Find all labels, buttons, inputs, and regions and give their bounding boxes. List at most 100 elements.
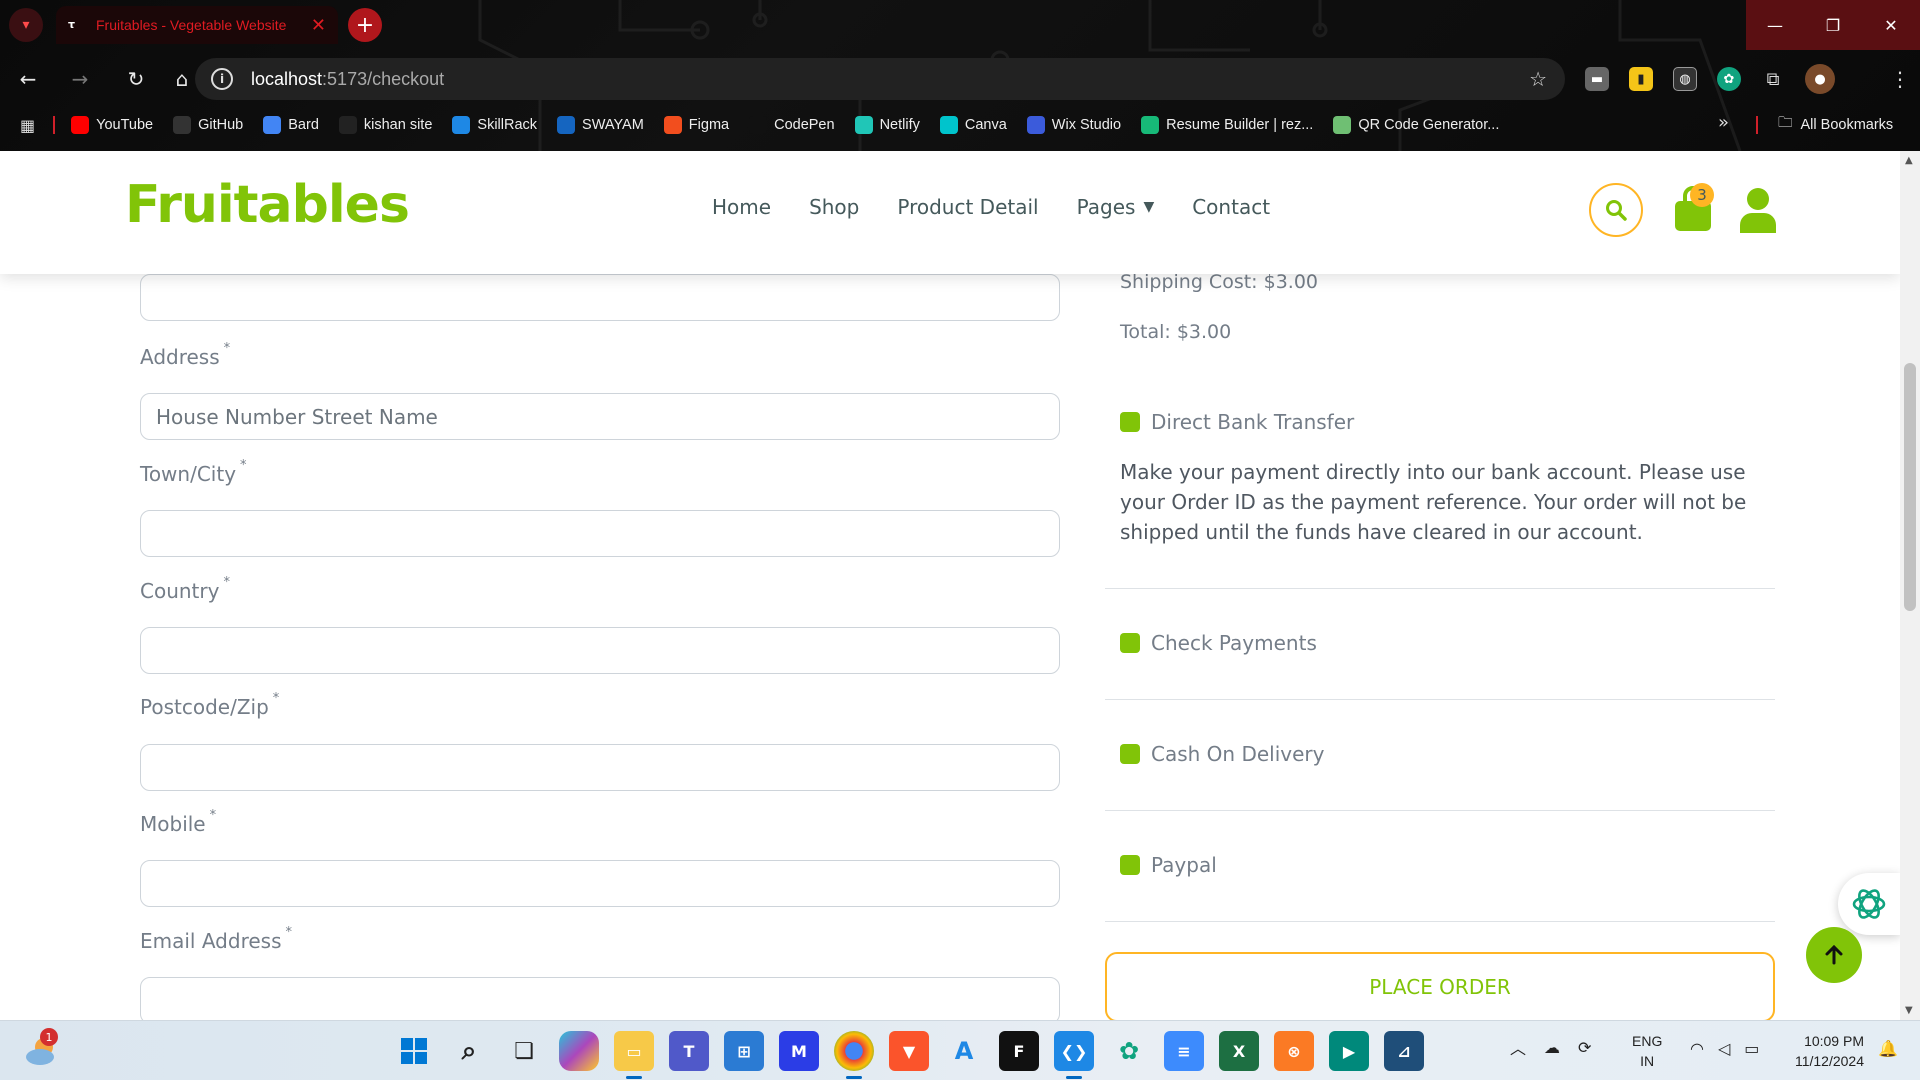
- bookmark-item[interactable]: Wix Studio: [1026, 116, 1121, 134]
- site-logo[interactable]: Fruitables: [125, 175, 410, 235]
- all-bookmarks[interactable]: 🗀 All Bookmarks: [1756, 112, 1893, 137]
- apps-grid-icon[interactable]: ▦: [20, 116, 35, 135]
- town-input[interactable]: [140, 510, 1060, 557]
- bookmark-item[interactable]: SWAYAM: [557, 116, 644, 134]
- excel-icon[interactable]: X: [1219, 1031, 1259, 1071]
- scroll-down-icon[interactable]: ▼: [1905, 1005, 1913, 1016]
- bookmark-item[interactable]: Canva: [939, 116, 1007, 134]
- divider: [1105, 699, 1775, 700]
- bookmark-item[interactable]: kishan site: [338, 116, 432, 134]
- bookmark-item[interactable]: Netlify: [854, 116, 920, 134]
- forward-button[interactable]: →: [60, 59, 100, 99]
- bookmark-item[interactable]: YouTube: [71, 116, 153, 134]
- bookmark-item[interactable]: SkillRack: [452, 116, 537, 134]
- checkbox-icon[interactable]: [1120, 412, 1140, 432]
- payment-check[interactable]: Check Payments: [1120, 631, 1317, 655]
- teams-icon[interactable]: T: [669, 1031, 709, 1071]
- bookmark-item[interactable]: Resume Builder | rez...: [1141, 116, 1313, 134]
- nav-shop[interactable]: Shop: [809, 195, 859, 219]
- extension-mouse-icon[interactable]: ◍: [1673, 67, 1697, 91]
- payment-paypal[interactable]: Paypal: [1120, 853, 1217, 877]
- vs-studio-icon[interactable]: M: [779, 1031, 819, 1071]
- extension-gray-icon[interactable]: ▬: [1585, 67, 1609, 91]
- bookmarks-bar: ▦ YouTube GitHub Bard kishan site SkillRack S…: [0, 112, 1920, 138]
- scroll-thumb[interactable]: [1904, 363, 1916, 611]
- brave-icon[interactable]: ▼: [889, 1031, 929, 1071]
- bookmark-item[interactable]: Figma: [663, 116, 729, 134]
- more-bookmarks-icon[interactable]: »: [1718, 112, 1729, 133]
- clock[interactable]: 10:09 PM 11/12/2024: [1786, 1031, 1864, 1071]
- microsoft-store-icon[interactable]: ⊞: [724, 1031, 764, 1071]
- figma-taskbar-icon[interactable]: F: [999, 1031, 1039, 1071]
- sync-icon[interactable]: ⟳: [1578, 1038, 1591, 1057]
- tab-search-button[interactable]: ▾: [9, 8, 43, 42]
- email-input[interactable]: [140, 977, 1060, 1020]
- restore-button[interactable]: ❐: [1804, 0, 1862, 50]
- postcode-label: Postcode/Zip *: [140, 691, 280, 719]
- place-order-button[interactable]: Place Order: [1105, 952, 1775, 1020]
- task-view-icon[interactable]: ❏: [504, 1031, 544, 1071]
- country-input[interactable]: [140, 627, 1060, 674]
- ai-assistant-button[interactable]: [1838, 873, 1900, 935]
- onedrive-icon[interactable]: ☁: [1544, 1038, 1560, 1057]
- minimize-button[interactable]: —: [1746, 0, 1804, 50]
- bookmark-item[interactable]: QR Code Generator...: [1333, 116, 1499, 134]
- search-taskbar-icon[interactable]: ⌕: [449, 1031, 489, 1071]
- address-input[interactable]: House Number Street Name: [140, 393, 1060, 440]
- nav-product-detail[interactable]: Product Detail: [897, 195, 1038, 219]
- back-to-top-button[interactable]: [1806, 927, 1862, 983]
- page-scrollbar[interactable]: ▲ ▼: [1900, 151, 1920, 1020]
- show-hidden-icons[interactable]: ︿: [1510, 1035, 1526, 1059]
- chevron-down-icon: ▼: [1143, 199, 1155, 215]
- bookmark-item[interactable]: GitHub: [173, 116, 243, 134]
- app-a-icon[interactable]: A: [944, 1031, 984, 1071]
- payment-cod[interactable]: Cash On Delivery: [1120, 742, 1324, 766]
- new-tab-button[interactable]: +: [348, 8, 382, 42]
- clock-date: 11/12/2024: [1794, 1053, 1864, 1069]
- site-info-icon[interactable]: i: [211, 68, 233, 90]
- start-menu-icon[interactable]: [394, 1031, 434, 1071]
- payment-direct-bank[interactable]: Direct Bank Transfer: [1120, 410, 1354, 434]
- chatgpt-taskbar-icon[interactable]: ✿: [1109, 1031, 1149, 1071]
- browser-menu-icon[interactable]: ⋮: [1890, 58, 1910, 100]
- nav-contact[interactable]: Contact: [1192, 195, 1270, 219]
- bookmark-star-icon[interactable]: ☆: [1529, 67, 1547, 91]
- close-window-button[interactable]: ✕: [1862, 0, 1920, 50]
- xampp-icon[interactable]: ⊗: [1274, 1031, 1314, 1071]
- copilot-icon[interactable]: [559, 1031, 599, 1071]
- meet-icon[interactable]: ▶: [1329, 1031, 1369, 1071]
- payment-label: Cash On Delivery: [1151, 742, 1325, 766]
- bookmark-item[interactable]: Bard: [263, 116, 319, 134]
- active-tab[interactable]: τ Fruitables - Vegetable Website ✕: [56, 6, 338, 44]
- nav-pages[interactable]: Pages ▼: [1077, 195, 1155, 219]
- chrome-icon[interactable]: [834, 1031, 874, 1079]
- back-button[interactable]: ←: [8, 59, 48, 99]
- quick-settings[interactable]: ◠ ◁ ▭: [1690, 1039, 1759, 1058]
- user-icon[interactable]: [1738, 187, 1778, 233]
- mobile-input[interactable]: [140, 860, 1060, 907]
- scroll-up-icon[interactable]: ▲: [1905, 155, 1913, 166]
- windows-taskbar: 1 ⌕ ❏ ▭ T ⊞ M ▼ A F ❮❯ ✿ ≡ X ⊗ ▶ ⊿ ︿ ☁ ⟳…: [0, 1020, 1920, 1080]
- search-button[interactable]: [1589, 183, 1643, 237]
- notepad-icon[interactable]: ≡: [1164, 1031, 1204, 1071]
- bookmark-item[interactable]: CodePen: [749, 116, 835, 134]
- file-explorer-icon[interactable]: ▭: [614, 1031, 654, 1079]
- language-indicator[interactable]: ENG IN: [1632, 1031, 1662, 1071]
- profile-avatar[interactable]: ●: [1805, 64, 1835, 94]
- checkbox-icon[interactable]: [1120, 633, 1140, 653]
- reload-button[interactable]: ↻: [116, 59, 156, 99]
- notification-bell-icon[interactable]: 🔔: [1878, 1039, 1898, 1058]
- checkbox-icon[interactable]: [1120, 855, 1140, 875]
- vscode-icon[interactable]: ❮❯: [1054, 1031, 1094, 1079]
- extension-chatgpt-icon[interactable]: ✿: [1717, 67, 1741, 91]
- checkbox-icon[interactable]: [1120, 744, 1140, 764]
- close-tab-icon[interactable]: ✕: [311, 15, 326, 36]
- divider: [1105, 810, 1775, 811]
- top-field-input[interactable]: [140, 274, 1060, 321]
- address-bar[interactable]: i localhost :5173/checkout ☆: [195, 58, 1565, 100]
- postcode-input[interactable]: [140, 744, 1060, 791]
- mysql-icon[interactable]: ⊿: [1384, 1031, 1424, 1071]
- extension-yellow-icon[interactable]: ▮: [1629, 67, 1653, 91]
- extensions-puzzle-icon[interactable]: ⧉: [1761, 67, 1785, 91]
- nav-home[interactable]: Home: [712, 195, 771, 219]
